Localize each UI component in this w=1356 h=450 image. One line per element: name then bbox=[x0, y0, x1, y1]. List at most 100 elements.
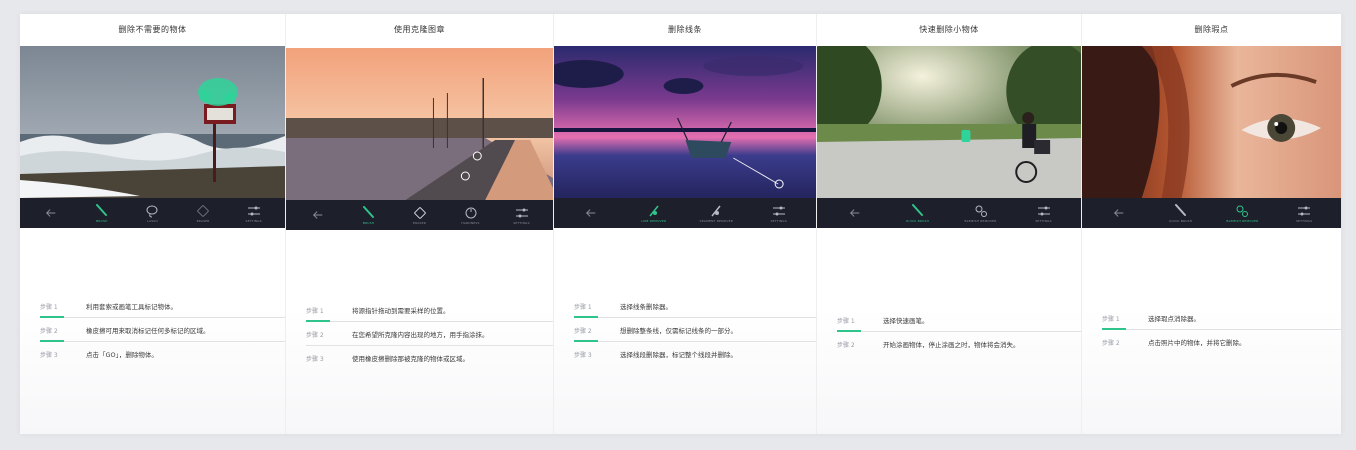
tool-eraser[interactable]: ERASER bbox=[181, 199, 225, 227]
tool-label: SETTINGS bbox=[1035, 218, 1052, 223]
back-button[interactable] bbox=[296, 201, 340, 229]
tool-label: ERASER bbox=[413, 220, 426, 225]
tool-label: SEGMENT REMOVER bbox=[699, 218, 734, 223]
steps-list: 步骤 1 利用套索或画笔工具标记物体。 步骤 2 橡皮擦可用来取消标记任何多标记的区… bbox=[20, 294, 285, 366]
back-arrow-icon bbox=[849, 209, 859, 217]
photo-seascape-with-sign[interactable] bbox=[20, 46, 285, 198]
quick-brush-icon bbox=[1174, 203, 1186, 216]
panel-title: 删除线条 bbox=[668, 25, 702, 34]
back-arrow-icon bbox=[1113, 209, 1124, 217]
tool-settings[interactable]: SETTINGS bbox=[1022, 199, 1066, 227]
tool-label: BRUSH bbox=[96, 218, 108, 223]
tool-quick-brush[interactable]: QUICK BRUSH bbox=[896, 199, 940, 227]
lasso-icon bbox=[146, 205, 158, 217]
step-number: 步骤 1 bbox=[40, 303, 58, 311]
sliders-icon bbox=[772, 206, 785, 215]
panel-remove-blemishes: 删除瑕点 QUICK BRUSH BLEMISH REMOVER SETTING… bbox=[1081, 14, 1341, 434]
step-number: 步骤 3 bbox=[40, 351, 58, 359]
steps-list: 步骤 1 选择瑕点消除器。 步骤 2 点击照片中的物体，并将它删除。 bbox=[1082, 306, 1341, 354]
clone-icon bbox=[465, 207, 476, 218]
step-number: 步骤 1 bbox=[837, 317, 855, 325]
step-item: 步骤 2 在您希望所克隆内容出现的地方，用手指涂抹。 bbox=[286, 322, 553, 346]
step-item: 步骤 3 点击「GO」，删除物体。 bbox=[20, 342, 285, 366]
tutorial-strip: 删除不需要的物体 BRUSH LASSO ERASER SETTINGS 步骤 … bbox=[20, 14, 1341, 434]
panel-remove-lines: 删除线条 LINE REMOVER SEGMENT REMOVER SETTIN… bbox=[553, 14, 816, 434]
step-text: 开始涂画物体，停止涂画之时，物体将会消失。 bbox=[883, 341, 1020, 349]
steps-list: 步骤 1 选择线条删除器。 步骤 2 想删除整条线，仅需标记线条的一部分。 步骤 3… bbox=[554, 294, 816, 366]
step-text: 选择线条删除器。 bbox=[620, 303, 672, 311]
back-button[interactable] bbox=[569, 199, 613, 227]
panel-remove-unwanted-objects: 删除不需要的物体 BRUSH LASSO ERASER SETTINGS 步骤 … bbox=[20, 14, 285, 434]
step-item: 步骤 1 选择瑕点消除器。 bbox=[1082, 306, 1341, 330]
photo-harbor-pier-sunset[interactable] bbox=[286, 48, 553, 200]
step-text: 利用套索或画笔工具标记物体。 bbox=[86, 303, 177, 311]
tool-settings[interactable]: SETTINGS bbox=[757, 199, 801, 227]
step-number: 步骤 1 bbox=[574, 303, 592, 311]
tool-settings[interactable]: SETTINGS bbox=[232, 199, 276, 227]
panel-quick-remove-small-objects: 快速删除小物体 QUICK BRUSH BLEMISH REMOVER SETT… bbox=[816, 14, 1081, 434]
back-button[interactable] bbox=[1097, 199, 1141, 227]
photo-boat-purple-sunset[interactable] bbox=[554, 46, 816, 198]
steps-list: 步骤 1 选择快速画笔。 步骤 2 开始涂画物体，停止涂画之时，物体将会消失。 bbox=[817, 308, 1081, 356]
brush-icon bbox=[95, 203, 107, 216]
back-button[interactable] bbox=[833, 199, 877, 227]
tool-label: LINE REMOVER bbox=[641, 218, 667, 223]
step-item: 步骤 2 想删除整条线，仅需标记线条的一部分。 bbox=[554, 318, 816, 342]
tool-brush[interactable]: BRUSH bbox=[80, 199, 124, 227]
step-number: 步骤 1 bbox=[1102, 315, 1120, 323]
tool-label: QUICK BRUSH bbox=[905, 218, 930, 223]
tool-label: ERASER bbox=[196, 218, 210, 223]
step-item: 步骤 1 选择线条删除器。 bbox=[554, 294, 816, 318]
tool-segment-remover[interactable]: SEGMENT REMOVER bbox=[694, 199, 738, 227]
step-text: 将源指针拖动到需要采样的位置。 bbox=[352, 307, 450, 315]
step-number: 步骤 2 bbox=[837, 341, 855, 349]
step-text: 橡皮擦可用来取消标记任何多标记的区域。 bbox=[86, 327, 210, 335]
tool-label: SETTINGS bbox=[770, 218, 787, 223]
step-item: 步骤 1 利用套索或画笔工具标记物体。 bbox=[20, 294, 285, 318]
tool-settings[interactable]: SETTINGS bbox=[1282, 199, 1326, 227]
back-arrow-icon bbox=[46, 209, 56, 217]
sliders-icon bbox=[515, 208, 528, 217]
step-number: 步骤 2 bbox=[40, 327, 58, 335]
step-text: 点击照片中的物体，并将它删除。 bbox=[1148, 339, 1246, 347]
step-item: 步骤 2 点击照片中的物体，并将它删除。 bbox=[1082, 330, 1341, 354]
tool-brush[interactable]: BRUSH bbox=[347, 201, 391, 229]
tool-blemish-remover[interactable]: BLEMISH REMOVER bbox=[1220, 199, 1264, 227]
tool-label: SETTINGS bbox=[245, 218, 262, 223]
edit-toolbar: BRUSH ERASER HARDNESS SETTINGS bbox=[286, 200, 553, 230]
tool-lasso[interactable]: LASSO bbox=[130, 199, 174, 227]
step-text: 选择线段删除器，标记整个线段并删除。 bbox=[620, 351, 737, 359]
panel-title: 快速删除小物体 bbox=[919, 25, 979, 34]
step-number: 步骤 2 bbox=[574, 327, 592, 335]
tool-blemish-remover[interactable]: BLEMISH REMOVER bbox=[959, 199, 1003, 227]
step-item: 步骤 1 将源指针拖动到需要采样的位置。 bbox=[286, 298, 553, 322]
step-text: 点击「GO」，删除物体。 bbox=[86, 351, 158, 359]
quick-brush-icon bbox=[911, 203, 923, 216]
step-item: 步骤 3 使用橡皮擦删除那被克隆的物体或区域。 bbox=[286, 346, 553, 370]
panel-title: 删除瑕点 bbox=[1194, 25, 1229, 34]
edit-toolbar: BRUSH LASSO ERASER SETTINGS bbox=[20, 198, 285, 228]
steps-list: 步骤 1 将源指针拖动到需要采样的位置。 步骤 2 在您希望所克隆内容出现的地方，用… bbox=[286, 298, 553, 370]
step-number: 步骤 3 bbox=[306, 355, 324, 363]
step-text: 在您希望所克隆内容出现的地方，用手指涂抹。 bbox=[352, 331, 489, 339]
step-text: 选择快速画笔。 bbox=[883, 317, 929, 325]
tool-settings[interactable]: SETTINGS bbox=[500, 201, 544, 229]
photo-park-cyclist[interactable] bbox=[817, 46, 1081, 198]
tool-line-remover[interactable]: LINE REMOVER bbox=[632, 199, 676, 227]
panel-title: 删除不需要的物体 bbox=[118, 25, 187, 34]
edit-toolbar: LINE REMOVER SEGMENT REMOVER SETTINGS bbox=[554, 198, 816, 228]
step-number: 步骤 2 bbox=[1102, 339, 1120, 347]
tool-eraser[interactable]: ERASER bbox=[398, 201, 442, 229]
photo-woman-eye-closeup[interactable] bbox=[1082, 46, 1341, 198]
edit-toolbar: QUICK BRUSH BLEMISH REMOVER SETTINGS bbox=[1082, 198, 1341, 228]
tool-hardness[interactable]: HARDNESS bbox=[449, 201, 493, 229]
tool-quick-brush[interactable]: QUICK BRUSH bbox=[1159, 199, 1203, 227]
tool-label: SETTINGS bbox=[1295, 218, 1313, 223]
sliders-icon bbox=[1298, 206, 1311, 215]
line-remover-icon bbox=[649, 205, 659, 216]
blemish-remover-icon bbox=[975, 205, 987, 217]
tool-label: HARDNESS bbox=[461, 220, 480, 225]
tool-label: BLEMISH REMOVER bbox=[964, 218, 997, 223]
step-number: 步骤 3 bbox=[574, 351, 592, 359]
back-button[interactable] bbox=[29, 199, 73, 227]
